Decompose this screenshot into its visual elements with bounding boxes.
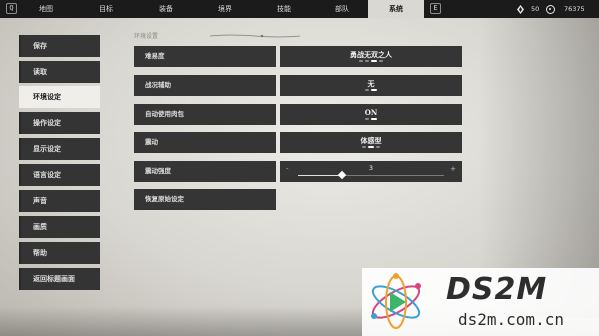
atom-logo-icon bbox=[371, 273, 421, 329]
next-tab-key-hint[interactable]: E bbox=[430, 3, 441, 14]
tab-map[interactable]: 地图 bbox=[18, 0, 74, 18]
battle-assist-value: 无 bbox=[367, 79, 375, 88]
option-dot-selected bbox=[371, 60, 377, 62]
setting-label-auto-bun: 自动使用肉包 bbox=[134, 104, 276, 125]
menu-item-environment-settings[interactable]: 环境设定 bbox=[19, 86, 100, 108]
setting-label-difficulty: 难易度 bbox=[134, 46, 276, 67]
tab-system[interactable]: 系统 bbox=[368, 0, 424, 18]
watermark-url: ds2m.com.cn bbox=[458, 310, 564, 329]
section-title: 环境设置 bbox=[134, 33, 159, 40]
coin-icon bbox=[546, 4, 555, 14]
menu-item-return-to-title[interactable]: 返回标题画面 bbox=[19, 268, 100, 290]
slider-value: 3 bbox=[368, 164, 374, 172]
option-dot bbox=[379, 60, 383, 62]
option-dot-selected bbox=[371, 118, 377, 120]
slider-fill bbox=[298, 175, 342, 176]
decorative-brush-line bbox=[210, 34, 300, 38]
option-dot bbox=[362, 146, 366, 148]
tab-realm[interactable]: 境界 bbox=[197, 0, 253, 18]
option-dot bbox=[365, 60, 369, 62]
tab-equipment[interactable]: 装备 bbox=[138, 0, 194, 18]
slider-track[interactable] bbox=[298, 170, 444, 180]
setting-value-difficulty[interactable]: 勇战无双之人 bbox=[280, 46, 462, 67]
option-dot-selected bbox=[368, 146, 374, 148]
coin-count: 76375 bbox=[564, 5, 585, 13]
tab-objectives[interactable]: 目标 bbox=[78, 0, 134, 18]
menu-item-help[interactable]: 帮助 bbox=[19, 242, 100, 264]
resource-coin: 76375 bbox=[546, 0, 585, 18]
setting-value-vibration[interactable]: 体感型 bbox=[280, 132, 462, 153]
menu-item-display-settings[interactable]: 显示设定 bbox=[19, 138, 100, 160]
menu-item-sound[interactable]: 声音 bbox=[19, 190, 100, 212]
prev-tab-key-hint[interactable]: Q bbox=[6, 3, 17, 14]
setting-label-vibration-intensity: 震动强度 bbox=[134, 161, 276, 182]
diamond-icon bbox=[517, 4, 524, 14]
setting-value-auto-bun[interactable]: ON bbox=[280, 104, 462, 125]
option-dot bbox=[376, 146, 380, 148]
option-dot bbox=[365, 118, 369, 120]
tab-skills[interactable]: 技能 bbox=[256, 0, 312, 18]
reset-defaults-button[interactable]: 恢复原始设定 bbox=[134, 189, 276, 210]
menu-item-language-settings[interactable]: 语言设定 bbox=[19, 164, 100, 186]
setting-label-vibration: 震动 bbox=[134, 132, 276, 153]
slider-thumb[interactable] bbox=[337, 170, 347, 180]
diamond-count: 50 bbox=[531, 5, 540, 13]
top-tab-bar: Q 地图 目标 装备 境界 技能 部队 系统 E 50 76375 bbox=[0, 0, 599, 18]
tab-troops[interactable]: 部队 bbox=[314, 0, 370, 18]
auto-bun-option-dots bbox=[280, 118, 462, 120]
option-dot bbox=[365, 89, 369, 91]
auto-bun-value: ON bbox=[364, 108, 378, 117]
vibration-option-dots bbox=[280, 146, 462, 148]
watermark: DS2M ds2m.com.cn bbox=[362, 268, 599, 336]
slider-increase-button[interactable]: + bbox=[450, 165, 456, 173]
setting-value-battle-assist[interactable]: 无 bbox=[280, 75, 462, 96]
watermark-title: DS2M bbox=[446, 272, 548, 307]
menu-item-save[interactable]: 保存 bbox=[19, 35, 100, 57]
setting-label-battle-assist: 战况辅助 bbox=[134, 75, 276, 96]
difficulty-value: 勇战无双之人 bbox=[350, 50, 392, 59]
vibration-intensity-slider[interactable]: - 3 + bbox=[280, 161, 462, 182]
menu-item-load[interactable]: 读取 bbox=[19, 61, 100, 83]
vibration-value: 体感型 bbox=[360, 136, 382, 145]
resource-diamond: 50 bbox=[517, 0, 539, 18]
difficulty-option-dots bbox=[280, 60, 462, 62]
battle-assist-option-dots bbox=[280, 89, 462, 91]
option-dot-selected bbox=[371, 89, 377, 91]
option-dot bbox=[359, 60, 363, 62]
menu-item-control-settings[interactable]: 操作设定 bbox=[19, 112, 100, 134]
menu-item-graphics[interactable]: 画质 bbox=[19, 216, 100, 238]
